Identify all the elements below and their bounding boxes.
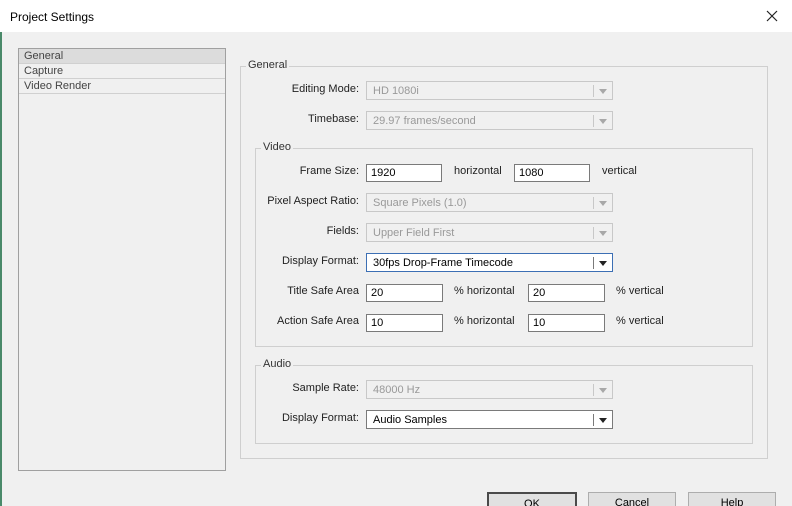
sidebar-item-video-render[interactable]: Video Render xyxy=(19,79,225,94)
timebase-value: 29.97 frames/second xyxy=(373,115,476,127)
chevron-down-icon xyxy=(599,388,607,393)
timebase-select: 29.97 frames/second xyxy=(366,111,613,130)
audio-display-format-label: Display Format: xyxy=(281,412,359,424)
title-safe-vertical-unit: % vertical xyxy=(616,285,664,297)
dropdown-separator xyxy=(593,115,594,127)
general-group-label: General xyxy=(246,59,290,71)
chevron-down-icon xyxy=(599,231,607,236)
chevron-down-icon xyxy=(599,201,607,206)
fields-label: Fields: xyxy=(326,225,359,237)
audio-group xyxy=(255,365,753,444)
pixel-aspect-label: Pixel Aspect Ratio: xyxy=(267,195,359,207)
frame-size-label: Frame Size: xyxy=(299,165,359,177)
editing-mode-select: HD 1080i xyxy=(366,81,613,100)
horizontal-label: horizontal xyxy=(454,165,502,177)
ok-button[interactable]: OK xyxy=(487,492,577,506)
title-safe-horizontal-unit: % horizontal xyxy=(454,285,515,297)
sample-rate-label: Sample Rate: xyxy=(292,382,359,394)
cancel-button[interactable]: Cancel xyxy=(588,492,676,506)
action-safe-label: Action Safe Area xyxy=(277,315,359,327)
sample-rate-select: 48000 Hz xyxy=(366,380,613,399)
display-format-value: 30fps Drop-Frame Timecode xyxy=(373,257,513,269)
title-safe-label: Title Safe Area xyxy=(287,285,359,297)
dropdown-separator xyxy=(593,197,594,209)
video-group-label: Video xyxy=(261,141,293,153)
action-safe-horizontal-field[interactable]: 10 xyxy=(366,314,443,332)
dropdown-separator xyxy=(593,227,594,239)
title-safe-vertical-field[interactable]: 20 xyxy=(528,284,605,302)
close-button[interactable] xyxy=(752,0,792,32)
dropdown-separator xyxy=(593,85,594,97)
audio-display-format-value: Audio Samples xyxy=(373,414,447,426)
audio-group-label: Audio xyxy=(261,358,294,370)
display-format-label: Display Format: xyxy=(281,255,359,267)
help-button[interactable]: Help xyxy=(688,492,776,506)
category-list: General Capture Video Render xyxy=(18,48,226,471)
window-title: Project Settings xyxy=(10,10,95,24)
sidebar-item-capture[interactable]: Capture xyxy=(19,64,225,79)
chevron-down-icon xyxy=(599,119,607,124)
audio-display-format-select[interactable]: Audio Samples xyxy=(366,410,613,429)
display-format-select[interactable]: 30fps Drop-Frame Timecode xyxy=(366,253,613,272)
chevron-down-icon xyxy=(599,418,607,423)
action-safe-horizontal-unit: % horizontal xyxy=(454,315,515,327)
vertical-label: vertical xyxy=(602,165,637,177)
title-safe-horizontal-field[interactable]: 20 xyxy=(366,284,443,302)
dropdown-separator xyxy=(593,414,594,426)
sidebar-item-general[interactable]: General xyxy=(19,49,225,64)
chevron-down-icon xyxy=(599,261,607,266)
action-safe-vertical-unit: % vertical xyxy=(616,315,664,327)
pixel-aspect-select: Square Pixels (1.0) xyxy=(366,193,613,212)
dropdown-separator xyxy=(593,384,594,396)
title-bar: Project Settings xyxy=(0,0,792,32)
frame-width-field[interactable]: 1920 xyxy=(366,164,442,182)
pixel-aspect-value: Square Pixels (1.0) xyxy=(373,197,467,209)
editing-mode-label: Editing Mode: xyxy=(291,83,359,95)
frame-height-field[interactable]: 1080 xyxy=(514,164,590,182)
chevron-down-icon xyxy=(599,89,607,94)
editing-mode-value: HD 1080i xyxy=(373,85,419,97)
timebase-label: Timebase: xyxy=(308,113,359,125)
fields-value: Upper Field First xyxy=(373,227,455,239)
close-icon xyxy=(766,10,778,22)
action-safe-vertical-field[interactable]: 10 xyxy=(528,314,605,332)
window-edge xyxy=(0,32,2,506)
fields-select: Upper Field First xyxy=(366,223,613,242)
dropdown-separator xyxy=(593,257,594,269)
sample-rate-value: 48000 Hz xyxy=(373,384,421,396)
